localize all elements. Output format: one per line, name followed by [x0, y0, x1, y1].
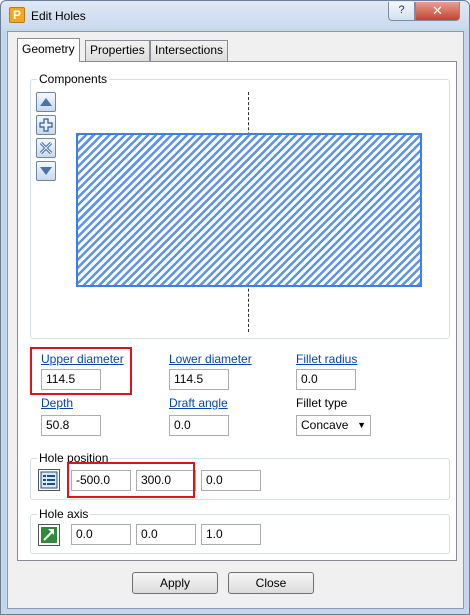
move-down-icon	[40, 167, 52, 175]
components-label: Components	[37, 72, 110, 86]
hole-axis-label: Hole axis	[37, 507, 91, 521]
fillet-type-select[interactable]: Concave ▼	[296, 415, 371, 436]
hole-profile-preview	[76, 133, 422, 287]
fillet-type-value: Concave	[301, 418, 349, 432]
dialog-client-area: Geometry Properties Intersections Compon…	[7, 31, 464, 609]
hole-position-z-field[interactable]: 0.0	[201, 470, 261, 491]
fillet-radius-link[interactable]: Fillet radius	[296, 352, 357, 366]
move-up-button[interactable]	[36, 92, 56, 112]
hole-axis-x-field[interactable]: 0.0	[71, 524, 131, 545]
window-close-button[interactable]: ✕	[415, 2, 460, 21]
close-button[interactable]: Close	[228, 572, 314, 594]
position-picker-button[interactable]	[38, 469, 60, 491]
upper-diameter-link[interactable]: Upper diameter	[41, 352, 124, 366]
move-down-button[interactable]	[36, 161, 56, 181]
geometry-panel: Components Upper diameter 114.5 Lower di…	[17, 61, 457, 561]
upper-diameter-field[interactable]: 114.5	[41, 369, 101, 390]
edit-holes-dialog: P Edit Holes ? ✕ Geometry Properties Int…	[0, 0, 470, 615]
title-bar: P Edit Holes ? ✕	[1, 1, 469, 31]
hole-axis-group: Hole axis 0.0 0.0 1.0	[30, 507, 450, 554]
add-component-button[interactable]	[36, 115, 56, 135]
lower-diameter-link[interactable]: Lower diameter	[169, 352, 252, 366]
fillet-radius-field[interactable]: 0.0	[296, 369, 356, 390]
depth-link[interactable]: Depth	[41, 396, 73, 410]
help-button[interactable]: ?	[388, 2, 415, 21]
axis-direction-icon	[41, 527, 57, 543]
add-icon	[39, 118, 53, 132]
draft-angle-field[interactable]: 0.0	[169, 415, 229, 436]
window-title: Edit Holes	[31, 9, 86, 23]
draft-angle-link[interactable]: Draft angle	[169, 396, 228, 410]
hole-position-highlight	[67, 462, 195, 498]
depth-field[interactable]: 50.8	[41, 415, 101, 436]
tab-geometry[interactable]: Geometry	[17, 38, 80, 62]
move-up-icon	[40, 98, 52, 106]
hole-axis-z-field[interactable]: 1.0	[201, 524, 261, 545]
app-icon: P	[9, 7, 25, 23]
chevron-down-icon: ▼	[357, 420, 366, 430]
hole-axis-y-field[interactable]: 0.0	[136, 524, 196, 545]
components-group: Components	[30, 72, 450, 339]
axis-picker-button[interactable]	[38, 524, 60, 546]
tab-properties[interactable]: Properties	[85, 40, 150, 61]
list-picker-icon	[40, 471, 58, 489]
tab-intersections[interactable]: Intersections	[150, 40, 229, 61]
apply-button[interactable]: Apply	[132, 572, 218, 594]
delete-icon	[39, 141, 53, 155]
fillet-type-label: Fillet type	[296, 396, 348, 410]
lower-diameter-field[interactable]: 114.5	[169, 369, 229, 390]
delete-component-button[interactable]	[36, 138, 56, 158]
